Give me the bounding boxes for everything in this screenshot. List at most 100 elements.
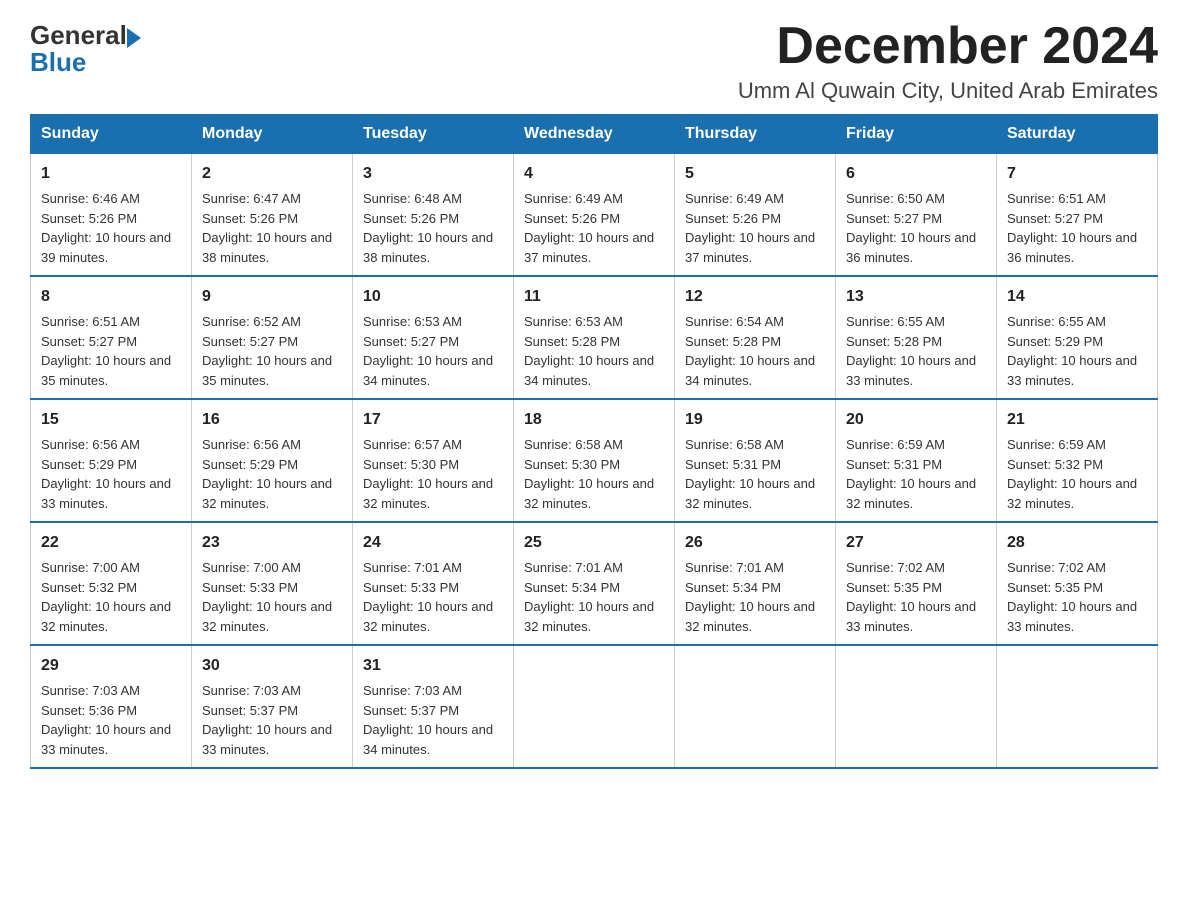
sunrise-text: Sunrise: 6:57 AM	[363, 437, 462, 452]
sunrise-text: Sunrise: 7:01 AM	[685, 560, 784, 575]
location-subtitle: Umm Al Quwain City, United Arab Emirates	[738, 78, 1158, 104]
daylight-text: Daylight: 10 hours and 32 minutes.	[202, 599, 332, 634]
sunrise-text: Sunrise: 6:58 AM	[685, 437, 784, 452]
day-number: 13	[846, 285, 986, 309]
daylight-text: Daylight: 10 hours and 34 minutes.	[363, 353, 493, 388]
page-header: General Blue December 2024 Umm Al Quwain…	[30, 20, 1158, 104]
sunset-text: Sunset: 5:31 PM	[685, 457, 781, 472]
calendar-cell: 14Sunrise: 6:55 AMSunset: 5:29 PMDayligh…	[997, 276, 1158, 399]
sunrise-text: Sunrise: 6:49 AM	[524, 191, 623, 206]
header-cell-thursday: Thursday	[675, 115, 836, 154]
calendar-cell: 21Sunrise: 6:59 AMSunset: 5:32 PMDayligh…	[997, 399, 1158, 522]
sunset-text: Sunset: 5:27 PM	[41, 334, 137, 349]
calendar-cell: 13 Sunrise: 6:55 AM Sunset: 5:28 PM Dayligh…	[836, 276, 997, 399]
calendar-cell: 24Sunrise: 7:01 AMSunset: 5:33 PMDayligh…	[353, 522, 514, 645]
sunset-text: Sunset: 5:28 PM	[685, 334, 781, 349]
sunset-text: Sunset: 5:32 PM	[1007, 457, 1103, 472]
sunset-text: Sunset: 5:26 PM	[685, 211, 781, 226]
calendar-cell: 26Sunrise: 7:01 AMSunset: 5:34 PMDayligh…	[675, 522, 836, 645]
calendar-cell: 27Sunrise: 7:02 AMSunset: 5:35 PMDayligh…	[836, 522, 997, 645]
sunrise-text: Sunrise: 7:00 AM	[41, 560, 140, 575]
day-number: 27	[846, 531, 986, 555]
daylight-text: Daylight: 10 hours and 35 minutes.	[202, 353, 332, 388]
logo: General Blue	[30, 20, 141, 78]
sunrise-text: Sunrise: 6:59 AM	[846, 437, 945, 452]
calendar-week-row: 8Sunrise: 6:51 AMSunset: 5:27 PMDaylight…	[31, 276, 1158, 399]
day-number: 16	[202, 408, 342, 432]
calendar-week-row: 29Sunrise: 7:03 AMSunset: 5:36 PMDayligh…	[31, 645, 1158, 768]
sunset-text: Sunset: 5:34 PM	[524, 580, 620, 595]
calendar-cell: 25Sunrise: 7:01 AMSunset: 5:34 PMDayligh…	[514, 522, 675, 645]
day-number: 29	[41, 654, 181, 678]
calendar-cell: 11Sunrise: 6:53 AMSunset: 5:28 PMDayligh…	[514, 276, 675, 399]
daylight-text: Daylight: 10 hours and 32 minutes.	[1007, 476, 1137, 511]
sunset-text: Sunset: 5:29 PM	[1007, 334, 1103, 349]
day-number: 8	[41, 285, 181, 309]
day-number: 9	[202, 285, 342, 309]
calendar-cell: 9Sunrise: 6:52 AMSunset: 5:27 PMDaylight…	[192, 276, 353, 399]
calendar-cell	[836, 645, 997, 768]
day-number: 21	[1007, 408, 1147, 432]
sunset-text: Sunset: 5:30 PM	[524, 457, 620, 472]
daylight-text: Daylight: 10 hours and 33 minutes.	[846, 599, 976, 634]
calendar-cell: 16Sunrise: 6:56 AMSunset: 5:29 PMDayligh…	[192, 399, 353, 522]
calendar-cell: 30Sunrise: 7:03 AMSunset: 5:37 PMDayligh…	[192, 645, 353, 768]
sunset-text: Sunset: 5:27 PM	[1007, 211, 1103, 226]
sunset-text: Sunset: 5:33 PM	[202, 580, 298, 595]
calendar-header-row: SundayMondayTuesdayWednesdayThursdayFrid…	[31, 115, 1158, 154]
calendar-table: SundayMondayTuesdayWednesdayThursdayFrid…	[30, 114, 1158, 769]
sunset-text: Sunset: 5:28 PM	[524, 334, 620, 349]
day-number: 18	[524, 408, 664, 432]
sunrise-text: Sunrise: 7:01 AM	[363, 560, 462, 575]
day-number: 6	[846, 162, 986, 186]
calendar-week-row: 22Sunrise: 7:00 AMSunset: 5:32 PMDayligh…	[31, 522, 1158, 645]
sunset-text: Sunset: 5:35 PM	[1007, 580, 1103, 595]
day-number: 31	[363, 654, 503, 678]
day-number: 11	[524, 285, 664, 309]
calendar-cell: 3Sunrise: 6:48 AMSunset: 5:26 PMDaylight…	[353, 154, 514, 277]
calendar-cell: 19Sunrise: 6:58 AMSunset: 5:31 PMDayligh…	[675, 399, 836, 522]
day-number: 15	[41, 408, 181, 432]
daylight-text: Daylight: 10 hours and 38 minutes.	[202, 230, 332, 265]
sunset-text: Sunset: 5:31 PM	[846, 457, 942, 472]
sunrise-text: Sunrise: 6:53 AM	[524, 314, 623, 329]
header-cell-wednesday: Wednesday	[514, 115, 675, 154]
day-number: 5	[685, 162, 825, 186]
calendar-week-row: 1Sunrise: 6:46 AMSunset: 5:26 PMDaylight…	[31, 154, 1158, 277]
daylight-text: Daylight: 10 hours and 32 minutes.	[524, 476, 654, 511]
day-number: 26	[685, 531, 825, 555]
calendar-body: 1Sunrise: 6:46 AMSunset: 5:26 PMDaylight…	[31, 154, 1158, 769]
daylight-text: Daylight: 10 hours and 32 minutes.	[685, 476, 815, 511]
daylight-text: Daylight: 10 hours and 33 minutes.	[1007, 599, 1137, 634]
sunset-text: Sunset: 5:26 PM	[363, 211, 459, 226]
sunrise-text: Sunrise: 6:51 AM	[1007, 191, 1106, 206]
sunset-text: Sunset: 5:32 PM	[41, 580, 137, 595]
calendar-cell	[997, 645, 1158, 768]
sunrise-text: Sunrise: 7:01 AM	[524, 560, 623, 575]
sunset-text: Sunset: 5:33 PM	[363, 580, 459, 595]
daylight-text: Daylight: 10 hours and 32 minutes.	[41, 599, 171, 634]
sunset-text: Sunset: 5:28 PM	[846, 334, 942, 349]
calendar-cell: 7Sunrise: 6:51 AMSunset: 5:27 PMDaylight…	[997, 154, 1158, 277]
calendar-cell: 15Sunrise: 6:56 AMSunset: 5:29 PMDayligh…	[31, 399, 192, 522]
sunset-text: Sunset: 5:27 PM	[363, 334, 459, 349]
sunrise-text: Sunrise: 7:03 AM	[202, 683, 301, 698]
day-number: 24	[363, 531, 503, 555]
day-number: 20	[846, 408, 986, 432]
sunset-text: Sunset: 5:29 PM	[202, 457, 298, 472]
daylight-text: Daylight: 10 hours and 32 minutes.	[846, 476, 976, 511]
sunrise-text: Sunrise: 6:46 AM	[41, 191, 140, 206]
daylight-text: Daylight: 10 hours and 33 minutes.	[1007, 353, 1137, 388]
day-number: 7	[1007, 162, 1147, 186]
header-cell-tuesday: Tuesday	[353, 115, 514, 154]
header-cell-friday: Friday	[836, 115, 997, 154]
sunrise-text: Sunrise: 6:55 AM	[846, 314, 945, 329]
calendar-cell: 22Sunrise: 7:00 AMSunset: 5:32 PMDayligh…	[31, 522, 192, 645]
sunrise-text: Sunrise: 6:58 AM	[524, 437, 623, 452]
daylight-text: Daylight: 10 hours and 36 minutes.	[846, 230, 976, 265]
sunrise-text: Sunrise: 6:54 AM	[685, 314, 784, 329]
sunrise-text: Sunrise: 6:50 AM	[846, 191, 945, 206]
sunset-text: Sunset: 5:27 PM	[846, 211, 942, 226]
sunset-text: Sunset: 5:30 PM	[363, 457, 459, 472]
daylight-text: Daylight: 10 hours and 33 minutes.	[846, 353, 976, 388]
